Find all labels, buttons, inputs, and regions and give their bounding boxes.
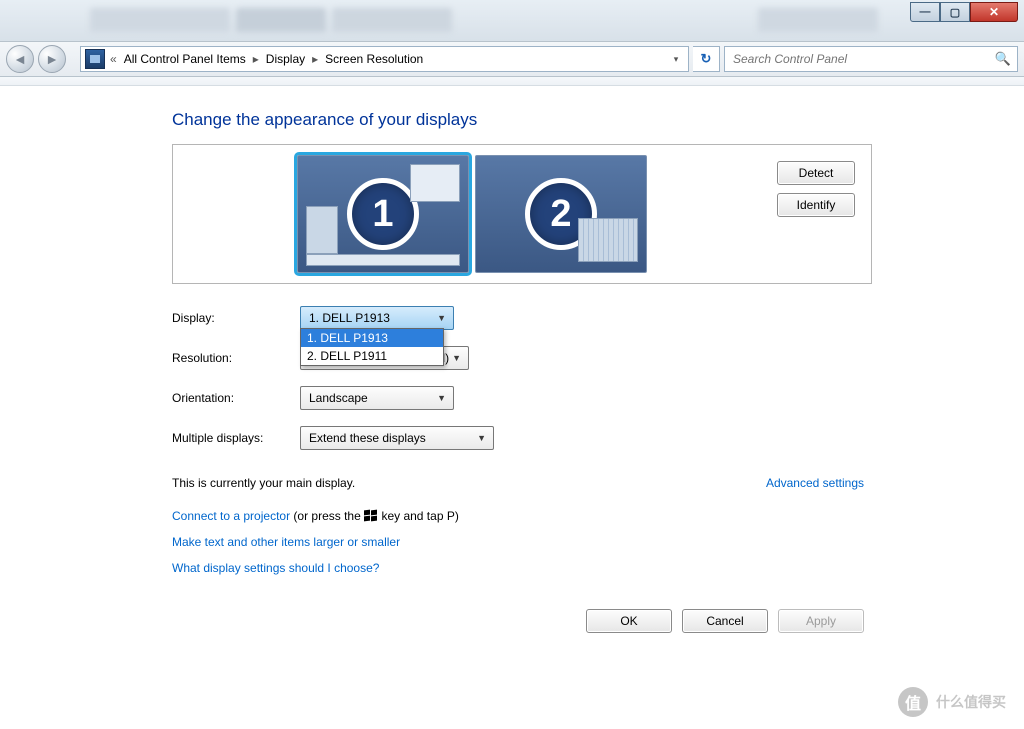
back-button[interactable]: ◄ <box>6 45 34 73</box>
advanced-settings-link[interactable]: Advanced settings <box>766 476 864 490</box>
detect-button[interactable]: Detect <box>777 161 855 185</box>
display-option-0[interactable]: 1. DELL P1913 <box>301 329 443 347</box>
chevron-right-icon: ▸ <box>250 52 262 66</box>
breadcrumb-item-2[interactable]: Screen Resolution <box>323 52 425 66</box>
minimize-button[interactable]: — <box>910 2 940 22</box>
monitor-1[interactable]: 1 <box>297 155 469 273</box>
control-panel-icon <box>85 49 105 69</box>
page-title: Change the appearance of your displays <box>172 110 872 130</box>
multiple-displays-combobox[interactable]: Extend these displays ▼ <box>300 426 494 450</box>
help-link[interactable]: What display settings should I choose? <box>172 561 872 575</box>
search-box[interactable]: 🔍 <box>724 46 1018 72</box>
windows-key-icon <box>364 510 378 522</box>
address-dropdown[interactable]: ▾ <box>668 49 684 69</box>
chevron-down-icon: ▼ <box>449 353 464 363</box>
chevron-down-icon: ▼ <box>434 313 449 323</box>
maximize-button[interactable]: ▢ <box>940 2 970 22</box>
multiple-displays-label: Multiple displays: <box>172 431 300 445</box>
chevron-right-icon: ▸ <box>309 52 321 66</box>
forward-button[interactable]: ► <box>38 45 66 73</box>
breadcrumb-bar[interactable]: « All Control Panel Items ▸ Display ▸ Sc… <box>80 46 689 72</box>
identify-button[interactable]: Identify <box>777 193 855 217</box>
main-display-status: This is currently your main display. <box>172 476 355 490</box>
orientation-combobox-value: Landscape <box>309 391 368 405</box>
monitor-2[interactable]: 2 <box>475 155 647 273</box>
breadcrumb-item-1[interactable]: Display <box>264 52 307 66</box>
toolbar <box>0 77 1024 86</box>
close-button[interactable]: ✕ <box>970 2 1018 22</box>
ok-button[interactable]: OK <box>586 609 672 633</box>
display-combobox-value: 1. DELL P1913 <box>309 311 390 325</box>
search-input[interactable] <box>731 51 995 67</box>
multiple-displays-combobox-value: Extend these displays <box>309 431 426 445</box>
background-tabs <box>90 8 878 32</box>
orientation-label: Orientation: <box>172 391 300 405</box>
breadcrumb-overflow[interactable]: « <box>107 52 120 66</box>
display-combobox-popup: 1. DELL P1913 2. DELL P1911 <box>300 328 444 366</box>
watermark-icon: 值 <box>898 687 928 717</box>
orientation-combobox[interactable]: Landscape ▼ <box>300 386 454 410</box>
display-label: Display: <box>172 311 300 325</box>
display-option-1[interactable]: 2. DELL P1911 <box>301 347 443 365</box>
text-size-link[interactable]: Make text and other items larger or smal… <box>172 535 872 549</box>
search-icon: 🔍 <box>995 51 1011 67</box>
breadcrumb-item-0[interactable]: All Control Panel Items <box>122 52 248 66</box>
refresh-button[interactable]: ↻ <box>693 46 720 72</box>
monitor-1-number: 1 <box>347 178 419 250</box>
display-combobox[interactable]: 1. DELL P1913 ▼ 1. DELL P1913 2. DELL P1… <box>300 306 454 330</box>
projector-link[interactable]: Connect to a projector <box>172 509 290 523</box>
navigation-bar: ◄ ► « All Control Panel Items ▸ Display … <box>0 42 1024 77</box>
projector-hint-b: key and tap P) <box>378 509 459 523</box>
projector-hint-a: (or press the <box>290 509 364 523</box>
titlebar: — ▢ ✕ <box>0 0 1024 42</box>
chevron-down-icon: ▼ <box>434 393 449 403</box>
apply-button[interactable]: Apply <box>778 609 864 633</box>
watermark-text: 什么值得买 <box>936 692 1006 712</box>
chevron-down-icon: ▼ <box>474 433 489 443</box>
cancel-button[interactable]: Cancel <box>682 609 768 633</box>
resolution-label: Resolution: <box>172 351 300 365</box>
page-content: Change the appearance of your displays 1… <box>0 86 872 633</box>
watermark: 值 什么值得买 <box>898 687 1006 717</box>
display-preview-pane: 1 2 Detect Identify <box>172 144 872 284</box>
